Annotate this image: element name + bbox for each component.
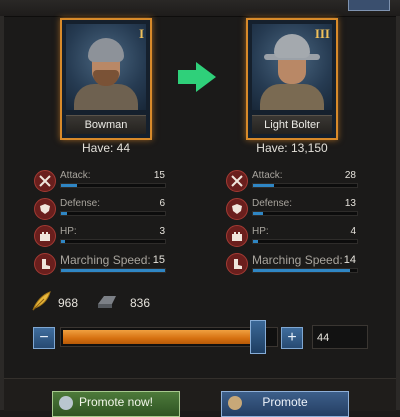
frame-right: [396, 16, 400, 410]
speed-bar: [60, 268, 166, 273]
attack-bar: [252, 183, 358, 188]
attack-label: Attack:: [60, 170, 91, 181]
speed-value: 15: [152, 254, 165, 266]
bowman-portrait: [66, 24, 146, 110]
attack-icon: [226, 170, 248, 192]
hp-value: 3: [159, 226, 165, 237]
slider-fill: [63, 330, 258, 344]
attack-bar: [60, 183, 166, 188]
defense-label: Defense:: [60, 198, 101, 209]
top-close-button[interactable]: [348, 0, 390, 11]
castle-icon: [226, 225, 248, 247]
unit-card-bowman[interactable]: I Bowman: [60, 18, 152, 140]
unit-name: Light Bolter: [252, 115, 332, 134]
arrow-right-icon: [178, 62, 216, 92]
unit-name: Bowman: [66, 115, 146, 134]
castle-icon: [34, 225, 56, 247]
iron-ingot-icon: [98, 296, 116, 308]
decrease-button[interactable]: −: [33, 327, 55, 349]
frame-left: [0, 16, 4, 410]
shield-icon: [34, 198, 56, 220]
hp-label: HP:: [60, 226, 77, 237]
hp-bar: [60, 239, 166, 244]
defense-bar: [252, 211, 358, 216]
hp-value: 4: [350, 226, 356, 237]
quantity-slider[interactable]: [60, 327, 278, 347]
speed-value: 14: [343, 254, 356, 266]
attack-value: 28: [344, 170, 356, 181]
defense-value: 6: [159, 198, 165, 209]
hourglass-icon: [228, 396, 242, 410]
attack-label: Attack:: [252, 170, 283, 181]
feather-amount: 968: [58, 296, 79, 310]
boot-icon: [226, 253, 248, 275]
defense-value: 13: [344, 198, 356, 209]
hp-bar: [252, 239, 358, 244]
slider-handle[interactable]: [250, 320, 266, 354]
left-have-count: Have: 44: [81, 141, 131, 155]
hp-label: HP:: [252, 226, 269, 237]
right-have-count: Have: 13,150: [256, 141, 328, 155]
attack-icon: [34, 170, 56, 192]
promote-button[interactable]: Promote: [221, 391, 349, 417]
defense-bar: [60, 211, 166, 216]
tier-badge: III: [314, 26, 330, 41]
boot-icon: [34, 253, 56, 275]
promote-now-button[interactable]: Promote now!: [52, 391, 180, 417]
tier-badge: I: [138, 26, 144, 41]
attack-value: 15: [153, 170, 165, 181]
unit-card-light-bolter[interactable]: III Light Bolter: [246, 18, 338, 140]
quantity-input[interactable]: 44: [312, 325, 368, 349]
shield-icon: [226, 198, 248, 220]
promote-now-label: Promote now!: [78, 395, 154, 409]
feather-icon: [32, 291, 51, 311]
speed-bar: [252, 268, 358, 273]
increase-button[interactable]: +: [281, 327, 303, 349]
speedup-icon: [59, 396, 73, 410]
iron-amount: 836: [130, 296, 151, 310]
promote-label: Promote: [262, 395, 308, 409]
defense-label: Defense:: [252, 198, 293, 209]
top-bar: [0, 0, 400, 17]
